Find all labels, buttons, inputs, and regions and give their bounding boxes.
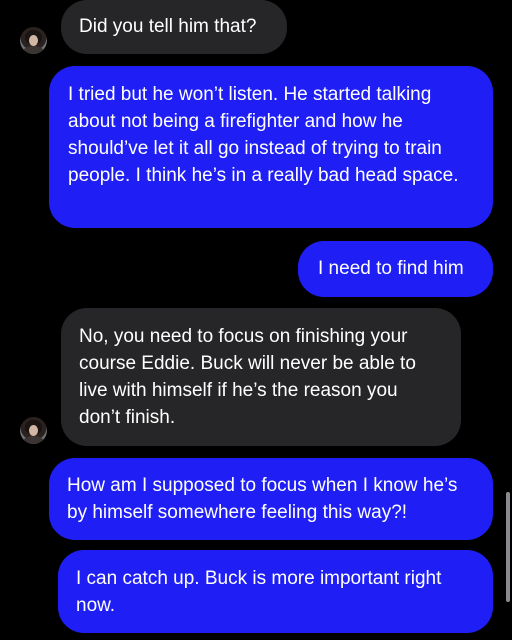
message-text: No, you need to focus on finishing your …: [79, 326, 416, 428]
contact-avatar[interactable]: [20, 417, 47, 444]
chat-screen: Did you tell him that? I tried but he wo…: [0, 0, 512, 640]
message-text: I tried but he won’t listen. He started …: [68, 84, 459, 186]
message-text: I can catch up. Buck is more important r…: [76, 568, 442, 616]
scroll-indicator[interactable]: [506, 492, 510, 602]
outgoing-message[interactable]: I can catch up. Buck is more important r…: [58, 550, 493, 633]
message-text: I need to find him: [318, 258, 464, 279]
outgoing-message[interactable]: I tried but he won’t listen. He started …: [49, 66, 493, 228]
outgoing-message[interactable]: How am I supposed to focus when I know h…: [49, 458, 493, 540]
message-text: Did you tell him that?: [79, 16, 257, 37]
incoming-message[interactable]: No, you need to focus on finishing your …: [61, 308, 461, 446]
outgoing-message[interactable]: I need to find him: [298, 241, 493, 297]
incoming-message[interactable]: Did you tell him that?: [61, 0, 287, 54]
message-text: How am I supposed to focus when I know h…: [67, 475, 458, 523]
contact-avatar[interactable]: [20, 27, 47, 54]
